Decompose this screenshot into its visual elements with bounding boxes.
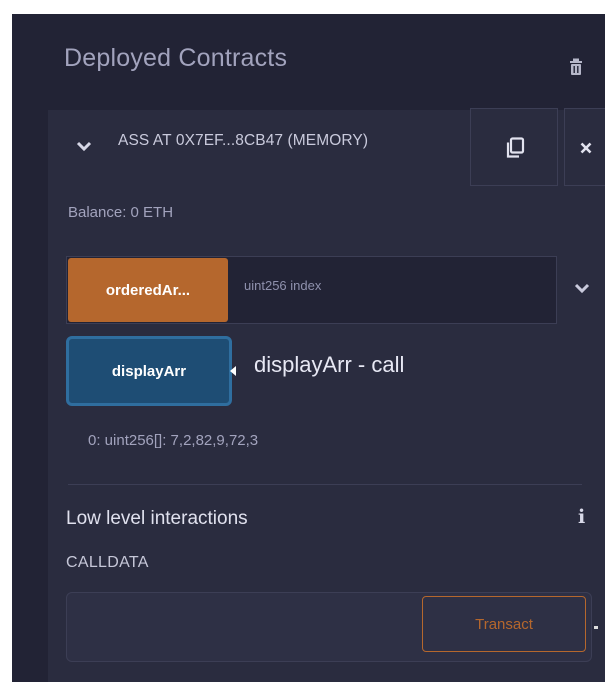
close-icon [580, 142, 592, 154]
display-arr-tooltip: displayArr - call [254, 352, 405, 377]
ordered-arr-button[interactable]: orderedAr... [68, 258, 228, 322]
copy-icon [506, 137, 525, 158]
info-icon[interactable]: i [578, 506, 585, 528]
tooltip-arrow [230, 366, 236, 376]
uint256-index-input[interactable]: uint256 index [244, 278, 321, 293]
edge-marker [594, 626, 598, 629]
chevron-down-icon[interactable] [574, 282, 590, 294]
trash-icon[interactable] [568, 58, 584, 76]
remove-instance-button[interactable] [564, 108, 605, 186]
display-arr-button[interactable]: displayArr [66, 336, 232, 406]
display-arr-result: 0: uint256[]: 7,2,82,9,72,3 [88, 432, 259, 449]
transact-button[interactable]: Transact [422, 596, 586, 652]
copy-address-button[interactable] [470, 108, 558, 186]
calldata-label: CALLDATA [66, 554, 149, 571]
divider [68, 484, 582, 485]
low-level-interactions-title: Low level interactions [66, 508, 248, 529]
deployed-contracts-panel: Deployed Contracts ASS AT 0X7EF...8CB47 … [12, 14, 605, 682]
balance-text: Balance: 0 ETH [68, 204, 174, 221]
chevron-down-icon[interactable] [76, 140, 92, 152]
section-title: Deployed Contracts [64, 44, 288, 72]
instance-title[interactable]: ASS AT 0X7EF...8CB47 (MEMORY) [118, 132, 368, 150]
